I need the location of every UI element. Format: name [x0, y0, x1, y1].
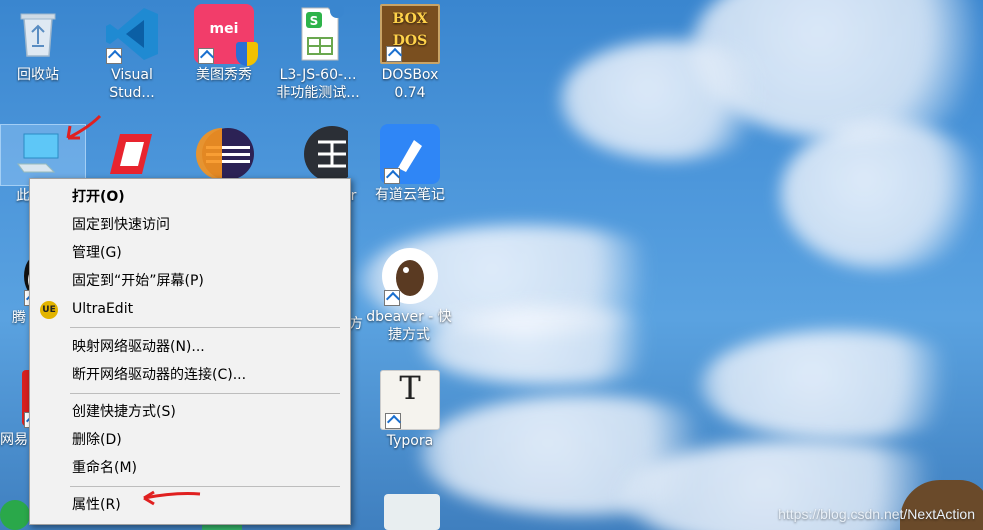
- partial-icon-bottom: [0, 500, 30, 530]
- desktop-icon-label: 网易: [0, 432, 28, 448]
- menu-item-disconnect-network-drive[interactable]: 断开网络驱动器的连接(C)...: [30, 361, 350, 389]
- shield-icon: [236, 42, 258, 66]
- cloud: [420, 305, 680, 385]
- desktop-icon-label: 美图秀秀: [196, 67, 252, 83]
- eclipse-icon: [194, 124, 254, 184]
- shortcut-arrow-icon: [106, 48, 122, 64]
- xmind-icon: [288, 124, 360, 184]
- cloud: [560, 40, 780, 160]
- desktop-icon-label: DOSBox 0.74: [381, 67, 439, 101]
- menu-item-create-shortcut[interactable]: 创建快捷方式(S): [30, 398, 350, 426]
- menu-item-pin-start[interactable]: 固定到“开始”屏幕(P): [30, 267, 350, 295]
- shortcut-arrow-icon: [384, 168, 400, 184]
- desktop-icon-label: Visual Stud...: [109, 67, 155, 101]
- desktop-icon-label: 回收站: [17, 67, 59, 83]
- meitu-icon: mei: [194, 4, 258, 66]
- share-icon: [330, 4, 344, 18]
- shortcut-arrow-icon: [198, 48, 214, 64]
- desktop-icon-partial-red-app[interactable]: [88, 124, 176, 186]
- desktop-icon-label-fragment: 方: [349, 316, 363, 332]
- desktop-icon-spreadsheet-file[interactable]: S L3-JS-60-... 非功能测试...: [274, 4, 362, 102]
- desktop-icon-eclipse[interactable]: [180, 124, 268, 186]
- menu-item-delete[interactable]: 删除(D): [30, 426, 350, 454]
- menu-separator: [70, 393, 340, 394]
- shortcut-arrow-icon: [384, 290, 400, 306]
- cloud: [780, 120, 983, 270]
- menu-separator: [70, 327, 340, 328]
- menu-item-ultraedit[interactable]: UE UltraEdit: [30, 295, 350, 323]
- cloud: [700, 330, 980, 440]
- desktop-icon-label: 有道云笔记: [375, 187, 445, 203]
- annotation-arrow: [143, 490, 201, 506]
- vscode-icon: [102, 4, 162, 64]
- youdao-note-icon: [380, 124, 440, 184]
- typora-icon: T: [380, 370, 440, 430]
- desktop-icon-label: dbeaver - 快捷方式: [366, 309, 452, 343]
- menu-item-map-network-drive[interactable]: 映射网络驱动器(N)...: [30, 333, 350, 361]
- recycle-bin-icon: [8, 4, 68, 64]
- menu-separator: [70, 486, 340, 487]
- context-menu[interactable]: 打开(O) 固定到快速访问 管理(G) 固定到“开始”屏幕(P) UE Ultr…: [29, 178, 351, 525]
- desktop-icon-dbeaver[interactable]: dbeaver - 快捷方式: [366, 246, 454, 344]
- dosbox-icon: BOX DOS: [380, 4, 440, 64]
- desktop-icon-dosbox[interactable]: BOX DOS DOSBox 0.74: [366, 4, 454, 102]
- desktop-icon-youdao-note[interactable]: 有道云笔记: [366, 124, 454, 204]
- menu-item-rename[interactable]: 重命名(M): [30, 454, 350, 482]
- red-app-icon: [102, 124, 162, 184]
- partial-icon-bottom: [384, 494, 440, 530]
- watermark: https://blog.csdn.net/NextAction: [778, 506, 975, 522]
- desktop-icon-label: L3-JS-60-... 非功能测试...: [276, 67, 360, 101]
- desktop-icon-recycle-bin[interactable]: 回收站: [0, 4, 82, 84]
- desktop-icon-xmind[interactable]: er: [274, 124, 362, 204]
- ultraedit-icon: UE: [40, 301, 58, 319]
- desktop-icon-label: Typora: [386, 433, 434, 449]
- desktop-icon-label: 此: [16, 188, 30, 204]
- dbeaver-icon: [380, 246, 440, 306]
- spreadsheet-icon: S: [288, 4, 348, 64]
- menu-item-pin-quick-access[interactable]: 固定到快速访问: [30, 211, 350, 239]
- menu-item-open[interactable]: 打开(O): [30, 183, 350, 211]
- shortcut-arrow-icon: [386, 46, 402, 62]
- desktop-icon-label: 腾: [12, 310, 26, 326]
- desktop-icon-meitu[interactable]: mei 美图秀秀: [180, 4, 268, 84]
- menu-item-manage[interactable]: 管理(G): [30, 239, 350, 267]
- desktop-icon-typora[interactable]: T Typora: [366, 370, 454, 450]
- desktop-icon-visual-studio-code[interactable]: Visual Stud...: [88, 4, 176, 102]
- shortcut-arrow-icon: [385, 413, 401, 429]
